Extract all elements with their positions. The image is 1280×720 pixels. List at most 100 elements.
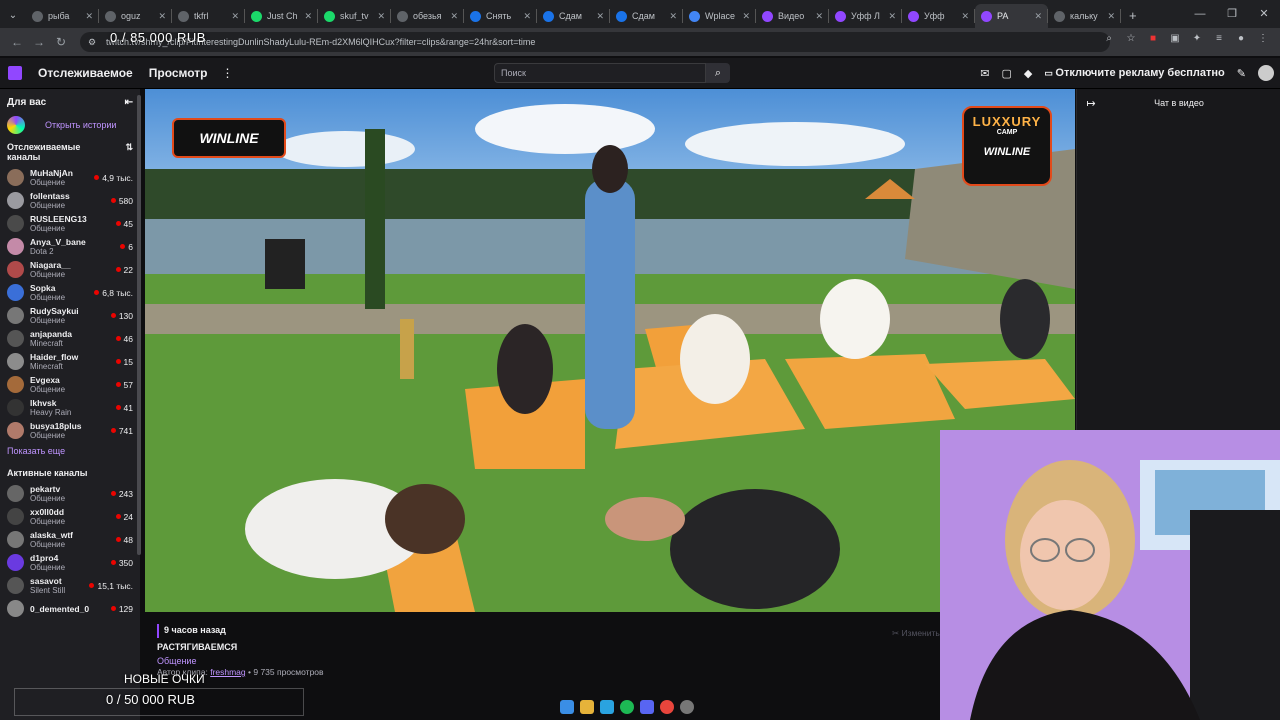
tab-close-icon[interactable]: ✕ [596, 11, 604, 22]
collapse-sidebar-icon[interactable]: ⇤ [125, 97, 133, 108]
bookmark-star-icon[interactable]: ☆ [1124, 32, 1138, 46]
back-button[interactable]: ← [6, 35, 28, 49]
clip-category-link[interactable]: Общение [157, 656, 196, 666]
clip-video-player[interactable] [145, 89, 1075, 612]
browser-tab[interactable]: Уфф Л ✕ [829, 4, 902, 28]
crown-icon[interactable]: ◆ [1024, 67, 1032, 80]
file-explorer-icon[interactable] [580, 700, 594, 714]
sidebar-channel-item[interactable]: lkhvsk Heavy Rain 41 [0, 396, 140, 419]
maximize-button[interactable]: ❐ [1216, 0, 1248, 28]
tab-close-icon[interactable]: ✕ [742, 11, 750, 22]
stories-link[interactable]: Открыть истории [0, 112, 140, 138]
search-icon[interactable]: ⌕ [706, 63, 730, 83]
channel-name: follentass [30, 191, 70, 201]
tab-close-icon[interactable]: ✕ [815, 11, 823, 22]
settings-app-icon[interactable] [680, 700, 694, 714]
sidebar-channel-item[interactable]: busya18plus Общение 741 [0, 419, 140, 442]
spotify-icon[interactable] [620, 700, 634, 714]
tab-search-menu-icon[interactable]: ≡ [1212, 32, 1226, 46]
sidebar-channel-item[interactable]: Evgexa Общение 57 [0, 373, 140, 396]
nav-following-link[interactable]: Отслеживаемое [38, 66, 133, 80]
profile-avatar-icon[interactable]: ● [1234, 32, 1248, 46]
show-more-link[interactable]: Показать еще [0, 442, 140, 464]
sidebar-channel-item[interactable]: Sopka Общение 6,8 тыс. [0, 281, 140, 304]
browser-tab[interactable]: Уфф ✕ [902, 4, 975, 28]
browser-tab[interactable]: кальку ✕ [1048, 4, 1121, 28]
new-tab-button[interactable]: + [1129, 4, 1137, 28]
adblock-extension-icon[interactable]: ■ [1146, 32, 1160, 46]
address-bar[interactable]: ⚙ twitch.tv/shmy_/clip/FitInterestingDun… [80, 32, 1110, 52]
edit-clip-button[interactable]: ✂ Изменить [892, 628, 940, 639]
tab-close-icon[interactable]: ✕ [158, 11, 166, 22]
clip-author-link[interactable]: freshmag [210, 667, 245, 677]
browser-menu-icon[interactable]: ⋮ [1256, 32, 1270, 46]
sidebar-header: Для вас ⇤ [0, 89, 140, 112]
sidebar-channel-item[interactable]: RudySaykui Общение 130 [0, 304, 140, 327]
browser-tab[interactable]: Сдам ✕ [537, 4, 610, 28]
forward-button[interactable]: → [28, 35, 50, 49]
sidebar-scrollbar[interactable] [137, 95, 141, 555]
tab-close-icon[interactable]: ✕ [231, 11, 239, 22]
browser-tab[interactable]: Видео ✕ [756, 4, 829, 28]
sidebar-channel-item[interactable]: sasavot Silent Still 15,1 тыс. [0, 574, 140, 597]
tab-close-icon[interactable]: ✕ [304, 11, 312, 22]
sidebar-channel-item[interactable]: pekartv Общение 243 [0, 482, 140, 505]
collapse-chat-icon[interactable]: ↦ [1077, 97, 1105, 110]
sidebar-channel-item[interactable]: xx0ll0dd Общение 24 [0, 505, 140, 528]
chrome-icon[interactable] [660, 700, 674, 714]
zoom-icon[interactable]: ⌕ [1102, 32, 1116, 46]
browser-tab[interactable]: РА ✕ [975, 4, 1048, 28]
extension-icon[interactable]: ▣ [1168, 32, 1182, 46]
tab-close-icon[interactable]: ✕ [377, 11, 385, 22]
twitch-logo-icon[interactable] [8, 66, 22, 80]
browser-tab[interactable]: Сдам ✕ [610, 4, 683, 28]
site-info-icon[interactable]: ⚙ [88, 37, 96, 48]
sidebar-channel-item[interactable]: MuHaNjAn Общение 4,9 тыс. [0, 166, 140, 189]
search-input[interactable]: Поиск [494, 63, 706, 83]
sidebar-channel-item[interactable]: anjapanda Minecraft 46 [0, 327, 140, 350]
sidebar-channel-item[interactable]: Niagara__ Общение 22 [0, 258, 140, 281]
browser-tab[interactable]: tkfrl ✕ [172, 4, 245, 28]
inbox-icon[interactable]: ✉ [980, 67, 989, 80]
discord-icon[interactable] [640, 700, 654, 714]
sidebar-channel-item[interactable]: Haider_flow Minecraft 15 [0, 350, 140, 373]
browser-tab[interactable]: Wplace ✕ [683, 4, 756, 28]
browser-tab[interactable]: обезья ✕ [391, 4, 464, 28]
tab-close-icon[interactable]: ✕ [669, 11, 677, 22]
channel-avatar [7, 330, 24, 347]
whispers-icon[interactable]: ▢ [1002, 67, 1012, 80]
tab-close-icon[interactable]: ✕ [1107, 11, 1115, 22]
sidebar-channel-item[interactable]: Anya_V_bane Dota 2 6 [0, 235, 140, 258]
tab-search-icon[interactable]: ⌄ [0, 4, 26, 28]
tab-close-icon[interactable]: ✕ [1034, 11, 1042, 22]
sidebar-channel-item[interactable]: 0_demented_0 129 [0, 597, 140, 620]
nav-browse-link[interactable]: Просмотр [149, 66, 208, 80]
extensions-puzzle-icon[interactable]: ✦ [1190, 32, 1204, 46]
telegram-icon[interactable] [600, 700, 614, 714]
channel-viewer-count: 6,8 тыс. [94, 288, 133, 298]
browser-tab[interactable]: oguz ✕ [99, 4, 172, 28]
tab-close-icon[interactable]: ✕ [523, 11, 531, 22]
user-avatar[interactable] [1258, 65, 1274, 81]
sidebar-channel-item[interactable]: d1pro4 Общение 350 [0, 551, 140, 574]
channel-info: sasavot Silent Still [30, 576, 89, 595]
tab-close-icon[interactable]: ✕ [888, 11, 896, 22]
sidebar-channel-item[interactable]: alaska_wtf Общение 48 [0, 528, 140, 551]
reload-button[interactable]: ↻ [50, 35, 72, 49]
browser-tab[interactable]: рыба ✕ [26, 4, 99, 28]
tab-close-icon[interactable]: ✕ [85, 11, 93, 22]
minimize-button[interactable]: — [1184, 0, 1216, 28]
browser-tab[interactable]: Снять ✕ [464, 4, 537, 28]
browser-tab[interactable]: skuf_tv ✕ [318, 4, 391, 28]
tab-close-icon[interactable]: ✕ [961, 11, 969, 22]
turbo-icon[interactable]: ✎ [1237, 67, 1246, 80]
more-menu-icon[interactable]: ⋮ [222, 66, 234, 80]
sidebar-channel-item[interactable]: RUSLEENG13 Общение 45 [0, 212, 140, 235]
adfree-button[interactable]: ▭ Отключите рекламу бесплатно [1044, 67, 1224, 79]
sort-icon[interactable]: ⇅ [125, 142, 133, 153]
browser-tab[interactable]: Just Ch ✕ [245, 4, 318, 28]
close-window-button[interactable]: ✕ [1248, 0, 1280, 28]
tab-close-icon[interactable]: ✕ [450, 11, 458, 22]
sidebar-channel-item[interactable]: follentass Общение 580 [0, 189, 140, 212]
windows-start-icon[interactable] [560, 700, 574, 714]
